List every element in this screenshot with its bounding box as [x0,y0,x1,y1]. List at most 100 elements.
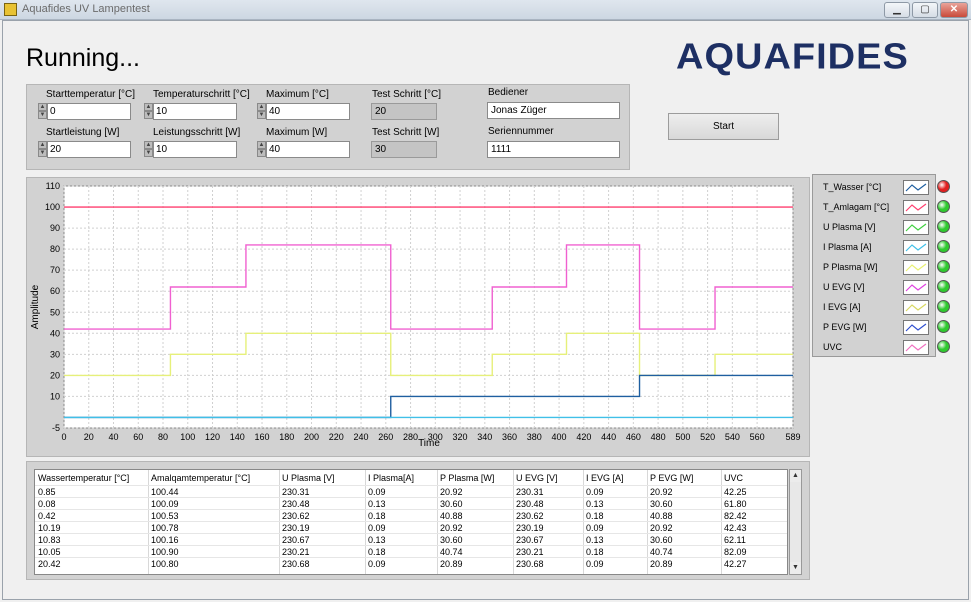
table-cell[interactable]: 20.42 [35,558,61,570]
scroll-up-icon[interactable]: ▲ [790,470,801,482]
x-tick-label: 140 [230,432,245,442]
startpower-input[interactable]: 20 [47,141,131,158]
x-tick-label: 280 [403,432,418,442]
operator-input[interactable]: Jonas Züger [487,102,620,119]
y-tick-label: 30 [50,349,60,359]
app-icon [4,3,17,16]
x-tick-label: 60 [133,432,143,442]
table-cell[interactable]: 230.68 [279,558,310,570]
status-led-icon [937,300,950,313]
maxpower-control[interactable]: ▲ ▼ 40 [257,141,350,158]
x-tick-label: 420 [576,432,591,442]
legend-entry[interactable]: P EVG [W] [813,317,937,337]
increment-icon[interactable]: ▲ [38,141,47,149]
increment-icon[interactable]: ▲ [257,103,266,111]
table-scrollbar[interactable]: ▲ ▼ [789,469,802,575]
powerstep-input[interactable]: 10 [153,141,237,158]
x-tick-label: 400 [552,432,567,442]
maxpower-label: Maximum [W] [266,127,328,138]
startpower-control[interactable]: ▲ ▼ 20 [38,141,131,158]
legend-entry[interactable]: UVC [813,337,937,357]
y-tick-label: 40 [50,328,60,338]
waveform-chart: 110 100 90 80 70 60 50 40 30 20 10 -50 20 40 60 80 100 12… [30,181,801,449]
starttemp-control[interactable]: ▲ ▼ 0 [38,103,131,120]
decrement-icon[interactable]: ▼ [257,149,266,157]
column-header[interactable]: P Plasma [W] [437,472,494,484]
column-header[interactable]: UVC [721,472,743,484]
status-led-icon [937,340,950,353]
column-header[interactable]: I Plasma[A] [365,472,414,484]
legend-entry[interactable]: T_Wasser [°C] [813,177,937,197]
x-tick-label: 20 [84,432,94,442]
increment-icon[interactable]: ▲ [144,103,153,111]
data-table[interactable]: Wassertemperatur [°C] Amalqamtemperatur [… [34,469,788,575]
column-header[interactable]: I EVG [A] [583,472,624,484]
increment-icon[interactable]: ▲ [257,141,266,149]
chart-legend: T_Wasser [°C] T_Amlagam [°C] U Plasma [V] I… [812,174,936,357]
table-cell[interactable]: 230.68 [513,558,544,570]
legend-swatch-icon[interactable] [903,200,929,215]
table-cell[interactable]: 0.09 [583,558,604,570]
increment-icon[interactable]: ▲ [144,141,153,149]
column-header[interactable]: Amalqamtemperatur [°C] [148,472,250,484]
serial-label: Seriennummer [488,126,554,137]
table-cell[interactable]: 0.09 [365,558,386,570]
column-header[interactable]: U Plasma [V] [279,472,335,484]
maxtemp-input[interactable]: 40 [266,103,350,120]
legend-entry[interactable]: I Plasma [A] [813,237,937,257]
table-cell[interactable]: 20.89 [647,558,673,570]
x-tick-label: 460 [626,432,641,442]
table-cell[interactable]: 20.89 [437,558,463,570]
legend-swatch-icon[interactable] [903,240,929,255]
close-button[interactable]: ✕ [940,2,968,18]
powerstep-control[interactable]: ▲ ▼ 10 [144,141,237,158]
legend-entry[interactable]: U EVG [V] [813,277,937,297]
legend-label: P EVG [W] [823,322,867,332]
plot-area [63,185,794,429]
legend-swatch-icon[interactable] [903,340,929,355]
legend-swatch-icon[interactable] [903,260,929,275]
legend-label: I Plasma [A] [823,242,872,252]
decrement-icon[interactable]: ▼ [38,111,47,119]
status-text: Running... [26,44,140,72]
starttemp-input[interactable]: 0 [47,103,131,120]
legend-swatch-icon[interactable] [903,220,929,235]
start-button[interactable]: Start [668,113,779,140]
x-tick-label: 500 [675,432,690,442]
column-header[interactable]: P EVG [W] [647,472,693,484]
status-led-icon [937,240,950,253]
minimize-button[interactable]: ▁ [884,2,910,18]
tempstep-control[interactable]: ▲ ▼ 10 [144,103,237,120]
column-header[interactable]: Wassertemperatur [°C] [35,472,129,484]
status-led-icon [937,260,950,273]
column-header[interactable]: U EVG [V] [513,472,558,484]
increment-icon[interactable]: ▲ [38,103,47,111]
legend-entry[interactable]: U Plasma [V] [813,217,937,237]
legend-swatch-icon[interactable] [903,300,929,315]
decrement-icon[interactable]: ▼ [144,149,153,157]
teststep-w-label: Test Schritt [W] [372,127,440,138]
legend-swatch-icon[interactable] [903,320,929,335]
y-tick-label: 90 [50,223,60,233]
table-cell[interactable]: 42.27 [721,558,747,570]
serial-input[interactable]: 1111 [487,141,620,158]
legend-label: U EVG [V] [823,282,865,292]
scroll-down-icon[interactable]: ▼ [790,562,801,574]
maximize-button[interactable]: ▢ [912,2,938,18]
legend-swatch-icon[interactable] [903,180,929,195]
powerstep-label: Leistungsschritt [W] [153,127,241,138]
maxpower-input[interactable]: 40 [266,141,350,158]
table-cell[interactable]: 100.80 [148,558,179,570]
legend-entry[interactable]: P Plasma [W] [813,257,937,277]
legend-label: U Plasma [V] [823,222,876,232]
x-tick-label: 320 [453,432,468,442]
legend-entry[interactable]: I EVG [A] [813,297,937,317]
legend-entry[interactable]: T_Amlagam [°C] [813,197,937,217]
decrement-icon[interactable]: ▼ [38,149,47,157]
maxtemp-control[interactable]: ▲ ▼ 40 [257,103,350,120]
tempstep-input[interactable]: 10 [153,103,237,120]
legend-swatch-icon[interactable] [903,280,929,295]
decrement-icon[interactable]: ▼ [144,111,153,119]
y-axis-label: Amplitude [30,284,41,329]
decrement-icon[interactable]: ▼ [257,111,266,119]
